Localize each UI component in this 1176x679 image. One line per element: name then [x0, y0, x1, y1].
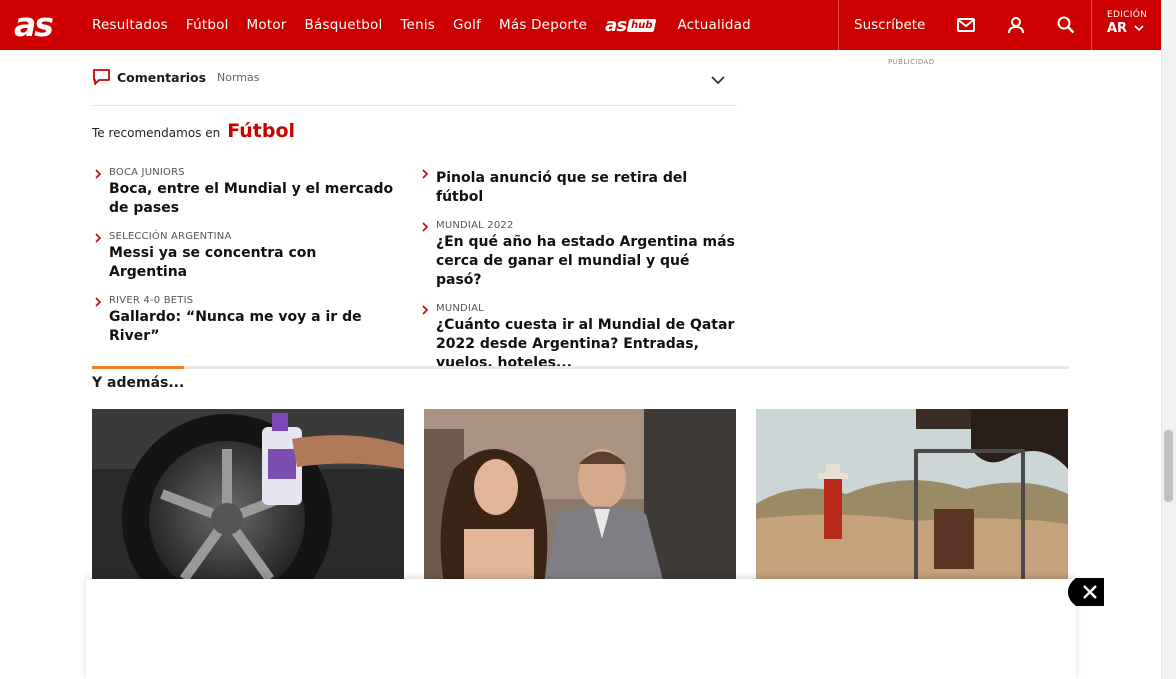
celebrity-photo — [424, 409, 736, 584]
top-navigation-bar: as Resultados Fútbol Motor Básquetbol Te… — [0, 0, 1161, 50]
recommended-prefix: Te recomendamos en — [92, 126, 221, 140]
nav-ashub-logo[interactable]: as hub — [605, 14, 657, 36]
more-section-title: Y además... — [92, 375, 185, 391]
recommended-headline: Gallardo: “Nunca me voy a ir de River” — [109, 309, 362, 344]
recommended-item[interactable]: RIVER 4-0 BETIS Gallardo: “Nunca me voy … — [92, 295, 397, 346]
header-divider — [1091, 0, 1092, 50]
nav-motor[interactable]: Motor — [247, 17, 287, 33]
as-logo[interactable]: as — [14, 8, 64, 42]
newsletter-mail-icon[interactable] — [956, 15, 976, 35]
user-account-icon[interactable] — [1006, 15, 1026, 35]
recommended-item[interactable]: MUNDIAL ¿Cuánto cuesta ir al Mundial de … — [419, 303, 739, 373]
recommended-title: Te recomendamos en Fútbol — [92, 120, 295, 142]
edition-label: EDICIÓN — [1107, 10, 1148, 20]
subscribe-link[interactable]: Suscríbete — [854, 0, 925, 50]
recommended-kicker: MUNDIAL — [436, 303, 484, 314]
section-divider-accent — [92, 366, 184, 369]
promo-card-image[interactable] — [92, 409, 404, 584]
ashub-hub-text: hub — [626, 18, 657, 32]
bottom-sticky-ad[interactable] — [86, 579, 1076, 679]
nav-resultados[interactable]: Resultados — [92, 17, 168, 33]
recommended-kicker: MUNDIAL 2022 — [436, 220, 514, 231]
recommended-left-column: BOCA JUNIORS Boca, entre el Mundial y el… — [92, 167, 397, 359]
main-nav: Resultados Fútbol Motor Básquetbol Tenis… — [92, 0, 769, 50]
promo-card-image[interactable] — [424, 409, 736, 584]
chevron-down-icon — [1134, 25, 1144, 32]
search-icon[interactable] — [1056, 15, 1076, 35]
nav-futbol[interactable]: Fútbol — [186, 17, 229, 33]
chevron-right-icon — [422, 169, 429, 179]
recommended-right-column: Pinola anunció que se retira del fútbol … — [419, 167, 739, 386]
nav-golf[interactable]: Golf — [453, 17, 481, 33]
recommended-headline: Boca, entre el Mundial y el mercado de p… — [109, 181, 394, 216]
section-divider — [92, 366, 1069, 369]
desert-scene-photo — [756, 409, 1068, 584]
recommended-kicker: BOCA JUNIORS — [109, 167, 185, 178]
comments-rules-link[interactable]: Normas — [217, 71, 259, 84]
chevron-right-icon — [422, 222, 429, 232]
chevron-right-icon — [95, 233, 102, 243]
recommended-section-link[interactable]: Fútbol — [227, 120, 295, 142]
edition-value: AR — [1107, 21, 1147, 36]
ashub-as-text: as — [605, 14, 627, 36]
chevron-right-icon — [422, 305, 429, 315]
nav-tenis[interactable]: Tenis — [400, 17, 435, 33]
recommended-item[interactable]: BOCA JUNIORS Boca, entre el Mundial y el… — [92, 167, 397, 218]
edition-code: AR — [1107, 21, 1128, 36]
comment-bubble-icon — [92, 68, 111, 90]
promo-card-image[interactable] — [756, 409, 1068, 584]
ad-label: PUBLICIDAD — [888, 58, 935, 66]
nav-actualidad[interactable]: Actualidad — [677, 17, 750, 33]
scrollbar-track[interactable] — [1161, 0, 1176, 679]
close-icon — [1068, 578, 1104, 606]
chevron-down-icon[interactable] — [711, 70, 725, 89]
recommended-kicker: RIVER 4-0 BETIS — [109, 295, 194, 306]
edition-selector[interactable]: EDICIÓN AR — [1107, 10, 1147, 36]
comments-label: Comentarios — [117, 70, 207, 85]
nav-basquetbol[interactable]: Básquetbol — [305, 17, 383, 33]
recommended-headline: Messi ya se concentra con Argentina — [109, 245, 317, 280]
recommended-item[interactable]: MUNDIAL 2022 ¿En qué año ha estado Argen… — [419, 220, 739, 290]
recommended-item[interactable]: Pinola anunció que se retira del fútbol — [419, 167, 739, 207]
wheel-cleaning-photo — [92, 409, 404, 584]
recommended-headline: ¿En qué año ha estado Argentina más cerc… — [436, 234, 735, 288]
recommended-item[interactable]: SELECCIÓN ARGENTINA Messi ya se concentr… — [92, 231, 397, 282]
chevron-right-icon — [95, 169, 102, 179]
nav-mas-deporte[interactable]: Más Deporte — [499, 17, 587, 33]
chevron-right-icon — [95, 297, 102, 307]
recommended-kicker: SELECCIÓN ARGENTINA — [109, 231, 232, 242]
recommended-headline: ¿Cuánto cuesta ir al Mundial de Qatar 20… — [436, 317, 735, 371]
scrollbar-thumb[interactable] — [1164, 430, 1173, 502]
comments-bar[interactable]: Comentarios Normas — [92, 62, 737, 106]
header-divider — [838, 0, 839, 50]
close-ad-button[interactable] — [1068, 578, 1104, 606]
recommended-headline: Pinola anunció que se retira del fútbol — [436, 170, 688, 205]
